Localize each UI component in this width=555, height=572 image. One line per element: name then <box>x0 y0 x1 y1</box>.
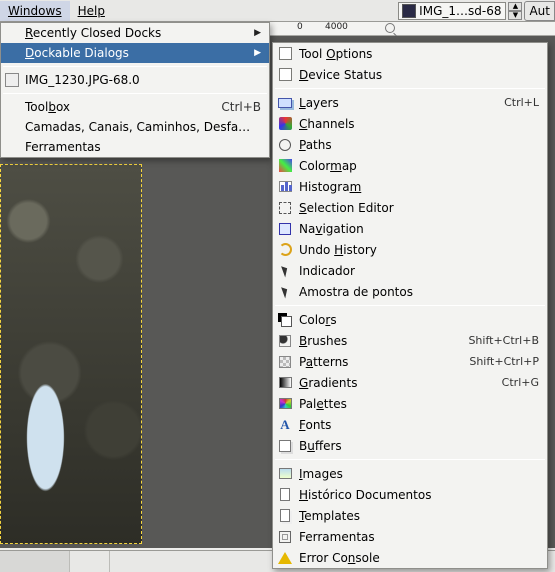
accelerator-label: Ctrl+L <box>504 96 539 109</box>
menu-item-device-status[interactable]: Device Status <box>273 64 547 85</box>
menu-item-dockable-dialogs[interactable]: Dockable Dialogs ▶ <box>1 43 269 63</box>
menu-item-layers[interactable]: LayersCtrl+L <box>273 92 547 113</box>
menu-item-colors[interactable]: Colors <box>273 309 547 330</box>
menu-item-sample-points[interactable]: Amostra de pontos <box>273 281 547 302</box>
image-selector-spin[interactable]: ▲▼ <box>508 2 522 20</box>
selection-icon <box>277 200 293 216</box>
menu-item-templates[interactable]: Templates <box>273 505 547 526</box>
menu-item-brushes[interactable]: BrushesShift+Ctrl+B <box>273 330 547 351</box>
menu-item-open-image[interactable]: IMG_1230.JPG-68.0 <box>1 70 269 90</box>
menu-item-label: Ferramentas <box>299 530 375 544</box>
menu-item-label: Amostra de pontos <box>299 285 413 299</box>
menu-item-tool-options[interactable]: Tool Options <box>273 43 547 64</box>
menu-windows[interactable]: Windows <box>0 1 70 21</box>
palettes-icon <box>277 396 293 412</box>
ruler-tick: 0 <box>297 22 303 32</box>
menu-help[interactable]: Help <box>70 1 113 21</box>
status-zoom-cell[interactable] <box>70 551 110 572</box>
menu-item-undo-history[interactable]: Undo History <box>273 239 547 260</box>
pointer-icon <box>277 263 293 279</box>
image-icon <box>5 73 19 87</box>
menu-item-buffers[interactable]: Buffers <box>273 435 547 456</box>
menu-item-document-history[interactable]: Histórico Documentos <box>273 484 547 505</box>
menu-item-selection-editor[interactable]: Selection Editor <box>273 197 547 218</box>
colors-icon <box>277 312 293 328</box>
menu-item-ferramentas[interactable]: Ferramentas <box>273 526 547 547</box>
menu-separator <box>275 459 545 460</box>
menu-item-toolbox[interactable]: Toolbox Ctrl+B <box>1 97 269 117</box>
chevron-right-icon: ▶ <box>254 48 261 58</box>
menu-separator <box>275 88 545 89</box>
navigation-icon <box>277 221 293 237</box>
menu-item-navigation[interactable]: Navigation <box>273 218 547 239</box>
menu-item-images[interactable]: Images <box>273 463 547 484</box>
menu-item-colormap[interactable]: Colormap <box>273 155 547 176</box>
device-status-icon <box>277 67 293 83</box>
menu-item-camadas-dock[interactable]: Camadas, Canais, Caminhos, Desfa… <box>1 117 269 137</box>
undo-history-icon <box>277 242 293 258</box>
accelerator-label: Ctrl+B <box>221 100 261 114</box>
paths-icon <box>277 137 293 153</box>
menu-separator <box>275 305 545 306</box>
colormap-icon <box>277 158 293 174</box>
image-canvas[interactable] <box>0 164 142 544</box>
fonts-icon: A <box>277 417 293 433</box>
accelerator-label: Shift+Ctrl+P <box>469 355 539 368</box>
magnifier-icon[interactable] <box>385 23 395 33</box>
menu-item-channels[interactable]: Channels <box>273 113 547 134</box>
image-thumb-icon <box>402 4 416 18</box>
menu-item-recently-closed-docks[interactable]: Recently Closed Docks ▶ <box>1 23 269 43</box>
menu-item-label: Ferramentas <box>25 140 101 154</box>
menu-item-fonts[interactable]: AFonts <box>273 414 547 435</box>
menu-separator <box>3 93 267 94</box>
menu-item-error-console[interactable]: Error Console <box>273 547 547 568</box>
image-selector[interactable]: IMG_1…sd-68 <box>398 2 506 20</box>
windows-menu: Recently Closed Docks ▶ Dockable Dialogs… <box>0 22 270 158</box>
warning-icon <box>277 550 293 566</box>
menu-item-indicador[interactable]: Indicador <box>273 260 547 281</box>
chevron-right-icon: ▶ <box>254 28 261 38</box>
document-history-icon <box>277 487 293 503</box>
templates-icon <box>277 508 293 524</box>
accelerator-label: Shift+Ctrl+B <box>468 334 539 347</box>
patterns-icon <box>277 354 293 370</box>
sample-points-icon <box>277 284 293 300</box>
menu-item-label: Camadas, Canais, Caminhos, Desfa… <box>25 120 250 134</box>
menu-item-paths[interactable]: Paths <box>273 134 547 155</box>
brushes-icon <box>277 333 293 349</box>
image-selector-label: IMG_1…sd-68 <box>419 4 505 18</box>
menu-item-label: Indicador <box>299 264 355 278</box>
auto-button[interactable]: Aut <box>524 1 555 21</box>
images-icon <box>277 466 293 482</box>
menu-item-ferramentas-dock[interactable]: Ferramentas <box>1 137 269 157</box>
ruler-tick: 4000 <box>325 22 348 32</box>
menu-item-palettes[interactable]: Palettes <box>273 393 547 414</box>
histogram-icon <box>277 179 293 195</box>
menu-item-label: IMG_1230.JPG-68.0 <box>25 73 140 87</box>
layers-icon <box>277 95 293 111</box>
menu-item-histogram[interactable]: Histogram <box>273 176 547 197</box>
menu-item-patterns[interactable]: PatternsShift+Ctrl+P <box>273 351 547 372</box>
accelerator-label: Ctrl+G <box>502 376 539 389</box>
status-unit-cell[interactable] <box>0 551 70 572</box>
menu-item-gradients[interactable]: GradientsCtrl+G <box>273 372 547 393</box>
menu-separator <box>3 66 267 67</box>
channels-icon <box>277 116 293 132</box>
tool-options-icon <box>277 46 293 62</box>
tools-icon <box>277 529 293 545</box>
gradients-icon <box>277 375 293 391</box>
buffers-icon <box>277 438 293 454</box>
menubar: Windows Help IMG_1…sd-68 ▲▼ Aut <box>0 0 555 22</box>
dockable-dialogs-menu: Tool Options Device Status LayersCtrl+L … <box>272 42 548 569</box>
